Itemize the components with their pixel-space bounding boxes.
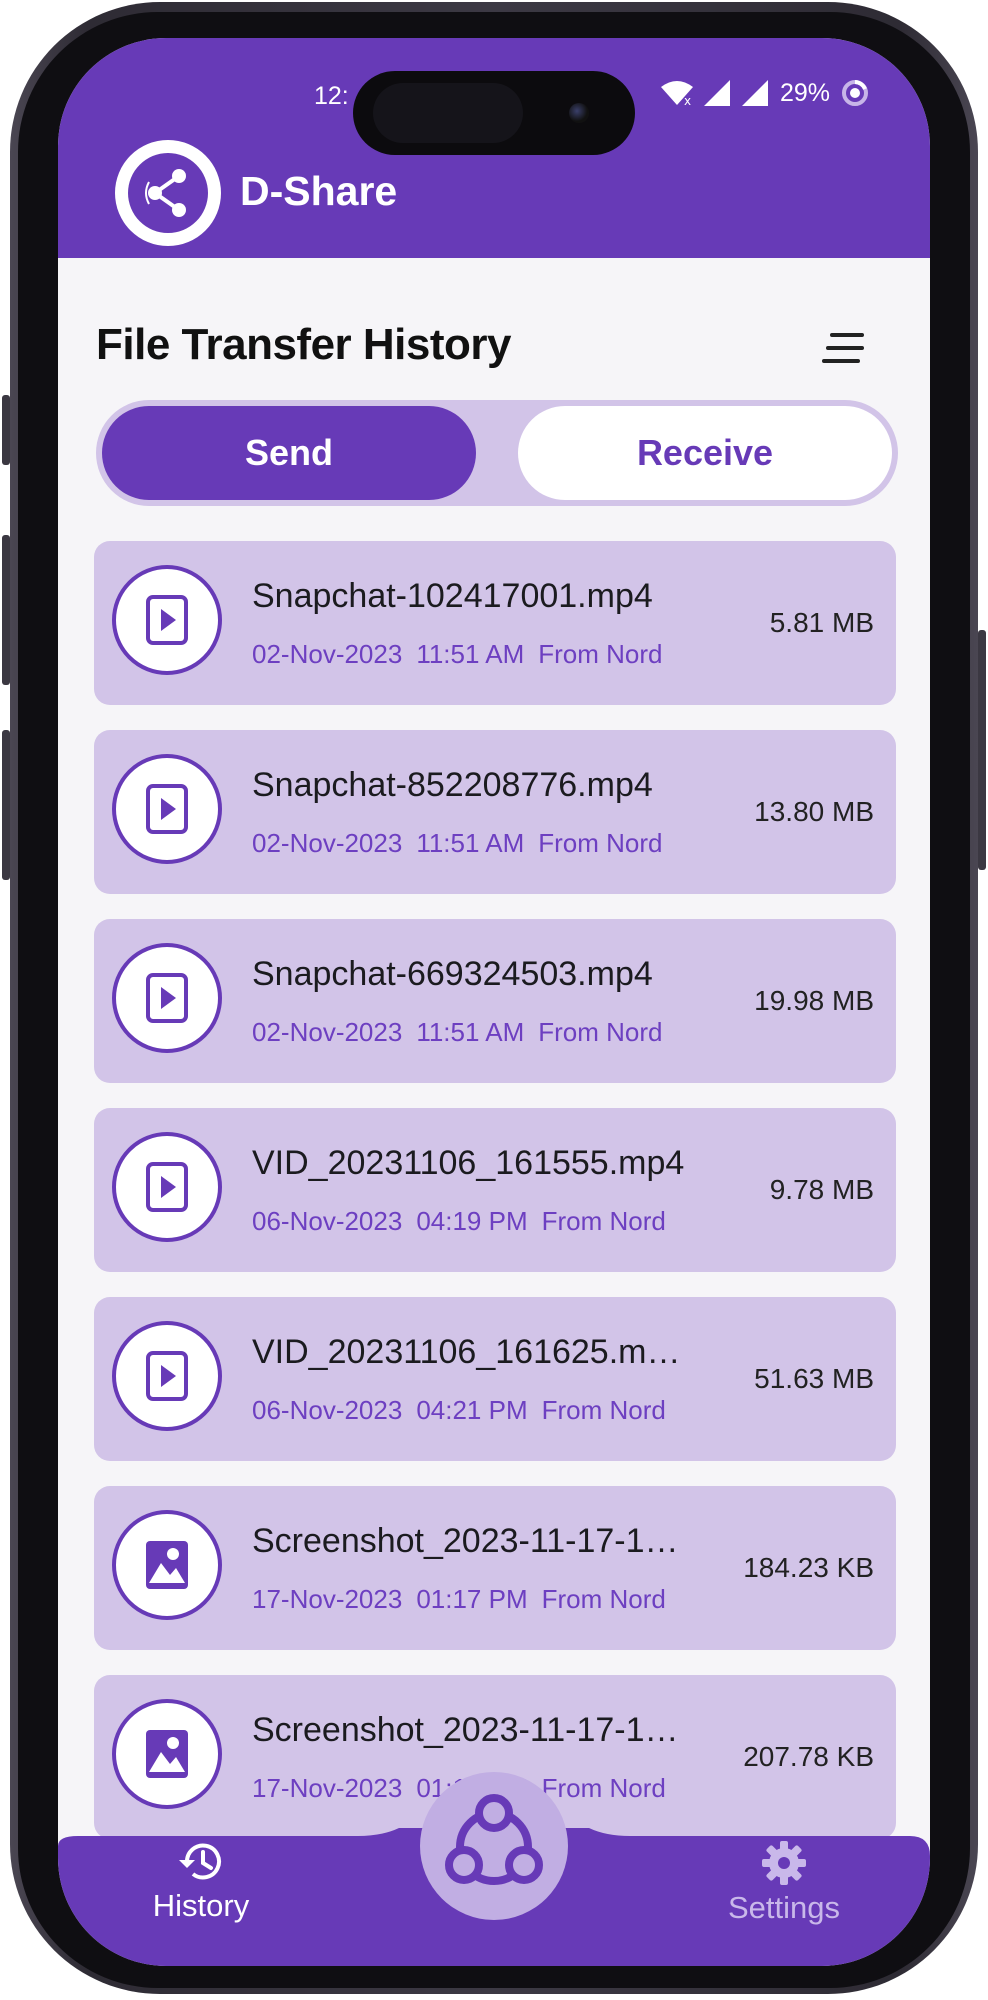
- battery-ring-icon: [842, 80, 868, 106]
- file-size: 207.78 KB: [743, 1741, 874, 1772]
- file-meta: 06-Nov-2023 04:21 PM From Nord: [252, 1395, 680, 1426]
- file-size: 5.81 MB: [769, 607, 874, 638]
- mute-switch: [2, 395, 10, 465]
- camera-icon: [569, 103, 589, 123]
- status-indicators: x 29%: [660, 78, 870, 108]
- list-item[interactable]: Snapchat-669324503.mp4 02-Nov-2023 11:51 …: [94, 919, 896, 1083]
- tab-receive[interactable]: Receive: [518, 406, 892, 500]
- app-logo: [115, 140, 221, 246]
- file-size: 9.78 MB: [769, 1174, 874, 1205]
- transfer-list[interactable]: Snapchat-102417001.mp4 02-Nov-2023 11:51 …: [94, 541, 898, 1841]
- list-item[interactable]: Snapchat-102417001.mp4 02-Nov-2023 11:51 …: [94, 541, 896, 705]
- file-date: 17-Nov-2023: [252, 1773, 403, 1803]
- video-file-icon: [112, 754, 222, 864]
- list-item[interactable]: VID_20231106_161555.mp4 06-Nov-2023 04:19…: [94, 1108, 896, 1272]
- share-network-icon: [445, 1794, 543, 1885]
- file-time: 01:17 PM: [416, 1584, 528, 1614]
- file-source: From Nord: [541, 1206, 666, 1236]
- nav-settings[interactable]: Settings: [694, 1838, 874, 1926]
- list-item[interactable]: VID_20231106_161625.m… 06-Nov-2023 04:21 …: [94, 1297, 896, 1461]
- signal-1-icon: [703, 80, 730, 106]
- sort-icon[interactable]: [820, 329, 868, 369]
- video-file-icon: [112, 1132, 222, 1242]
- volume-up-button: [2, 535, 10, 685]
- nav-history[interactable]: History: [111, 1838, 291, 1924]
- file-date: 02-Nov-2023: [252, 1017, 403, 1047]
- file-source: From Nord: [538, 1017, 663, 1047]
- wifi-icon: x: [660, 81, 693, 107]
- status-time: 12:: [314, 82, 349, 110]
- share-logo-icon: [128, 153, 208, 233]
- file-size: 184.23 KB: [743, 1552, 874, 1583]
- image-file-icon: [112, 1510, 222, 1620]
- file-date: 06-Nov-2023: [252, 1395, 403, 1425]
- transfer-type-toggle: Send Receive: [96, 400, 898, 506]
- list-item[interactable]: Screenshot_2023-11-17-1… 17-Nov-2023 01:1…: [94, 1486, 896, 1650]
- svg-text:x: x: [684, 94, 691, 107]
- image-file-icon: [112, 1699, 222, 1809]
- volume-down-button: [2, 730, 10, 880]
- file-date: 17-Nov-2023: [252, 1584, 403, 1614]
- file-time: 11:51 AM: [416, 1017, 525, 1047]
- file-date: 02-Nov-2023: [252, 639, 403, 669]
- video-file-icon: [112, 565, 222, 675]
- file-size: 51.63 MB: [754, 1363, 874, 1394]
- app-screen: 12: x 29% D-Share File Transfer History …: [58, 38, 930, 1966]
- file-name: Screenshot_2023-11-17-1…: [252, 1711, 679, 1749]
- file-source: From Nord: [541, 1773, 666, 1803]
- nav-settings-label: Settings: [727, 1890, 840, 1925]
- gear-icon: [762, 1841, 806, 1885]
- file-name: Snapchat-852208776.mp4: [252, 766, 653, 804]
- file-date: 02-Nov-2023: [252, 828, 403, 858]
- file-time: 04:19 PM: [416, 1206, 528, 1236]
- file-source: From Nord: [538, 639, 663, 669]
- list-item[interactable]: Snapchat-852208776.mp4 02-Nov-2023 11:51 …: [94, 730, 896, 894]
- power-button: [978, 630, 986, 870]
- file-meta: 17-Nov-2023 01:17 PM From Nord: [252, 1584, 680, 1615]
- file-name: Screenshot_2023-11-17-1…: [252, 1522, 679, 1560]
- file-meta: 02-Nov-2023 11:51 AM From Nord: [252, 1017, 677, 1048]
- app-title: D-Share: [240, 168, 398, 214]
- file-source: From Nord: [538, 828, 663, 858]
- file-meta: 02-Nov-2023 11:51 AM From Nord: [252, 828, 677, 859]
- file-name: Snapchat-669324503.mp4: [252, 955, 653, 993]
- file-meta: 02-Nov-2023 11:51 AM From Nord: [252, 639, 677, 670]
- file-time: 11:51 AM: [416, 639, 525, 669]
- file-size: 13.80 MB: [754, 796, 874, 827]
- signal-2-icon: [741, 80, 768, 106]
- battery-percent: 29%: [779, 78, 830, 107]
- tab-send[interactable]: Send: [102, 406, 476, 500]
- dynamic-island: [353, 71, 635, 155]
- history-icon: [179, 1843, 221, 1880]
- file-time: 04:21 PM: [416, 1395, 528, 1425]
- file-meta: 06-Nov-2023 04:19 PM From Nord: [252, 1206, 680, 1237]
- page-title: File Transfer History: [96, 320, 511, 369]
- file-source: From Nord: [541, 1584, 666, 1614]
- video-file-icon: [112, 1321, 222, 1431]
- file-name: Snapchat-102417001.mp4: [252, 577, 653, 615]
- file-source: From Nord: [541, 1395, 666, 1425]
- video-file-icon: [112, 943, 222, 1053]
- share-fab-button[interactable]: [420, 1772, 568, 1920]
- file-size: 19.98 MB: [754, 985, 874, 1016]
- file-date: 06-Nov-2023: [252, 1206, 403, 1236]
- file-name: VID_20231106_161625.m…: [252, 1333, 681, 1371]
- nav-history-label: History: [152, 1888, 250, 1923]
- bottom-navigation: History Settings: [58, 1772, 930, 1966]
- file-name: VID_20231106_161555.mp4: [252, 1144, 685, 1182]
- file-time: 11:51 AM: [416, 828, 525, 858]
